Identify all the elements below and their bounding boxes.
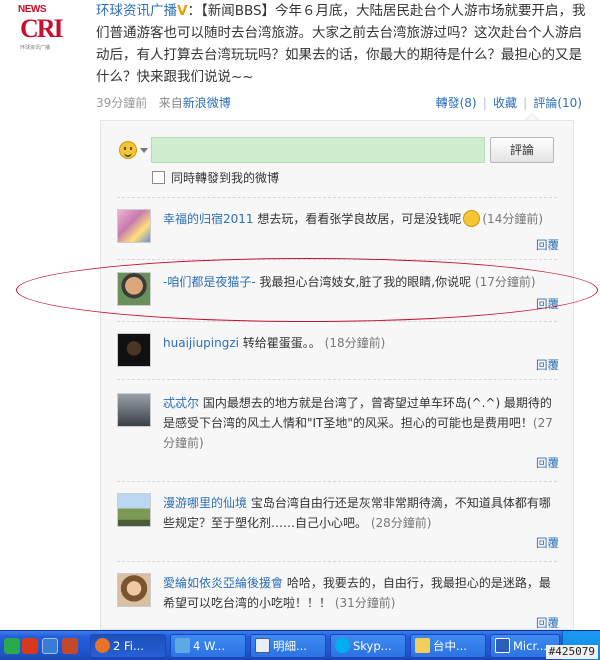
document-icon xyxy=(255,638,270,653)
source-link[interactable]: 新浪微博 xyxy=(183,96,231,110)
taskbar-item-label: Micr... xyxy=(513,639,548,653)
start-icon[interactable] xyxy=(4,638,20,654)
source-prefix: 来自 xyxy=(158,96,183,110)
comment-item: 漫游哪里的仙境 宝岛台湾自由行还是灰常非常期待滴，不知道具体都有哪些规定？至于塑… xyxy=(117,493,559,551)
comment-item: 忒忒尔 国内最想去的地方就是台湾了，曾寄望过单车环岛(^.^) 最期待的是感受下… xyxy=(117,393,559,470)
logo-cri-text: CRI xyxy=(20,14,64,43)
avatar[interactable] xyxy=(117,573,151,607)
post-meta: 39分鐘前 来自新浪微博 轉發(8) | 收藏 | 評論(10) xyxy=(96,94,582,112)
taskbar-item-label: 4 W... xyxy=(193,639,225,653)
divider xyxy=(117,259,557,260)
taskbar-item-folder[interactable]: 台中... xyxy=(410,634,486,658)
commenter-name[interactable]: 漫游哪里的仙境 xyxy=(163,496,247,510)
comment-text: 漫游哪里的仙境 宝岛台湾自由行还是灰常非常期待滴，不知道具体都有哪些规定？至于塑… xyxy=(163,493,555,533)
folder-icon xyxy=(415,638,430,653)
skype-icon xyxy=(335,638,350,653)
comment-body: 我最担心台湾妓女,脏了我的眼睛,你说呢 xyxy=(255,275,472,289)
post-author-link[interactable]: 环球资讯广播 xyxy=(96,3,177,19)
avatar[interactable] xyxy=(117,272,151,306)
favorite-link[interactable]: 收藏 xyxy=(493,96,517,110)
comment-link[interactable]: 評論(10) xyxy=(533,96,582,110)
reply-link[interactable]: 回覆 xyxy=(536,296,559,312)
divider xyxy=(117,561,557,562)
comment-text: huaijiupingzi 转给瞿蛋蛋。。 (18分鐘前) xyxy=(163,333,555,353)
taskbar-item-document[interactable]: 明細... xyxy=(250,634,326,658)
divider xyxy=(117,321,557,322)
commenter-name[interactable]: 幸福的归宿2011 xyxy=(163,212,254,226)
comment-body: 想去玩，看看张学良故居，可是没钱呢 xyxy=(253,212,462,226)
word-icon xyxy=(495,638,510,653)
taskbar-item-label: Skyp... xyxy=(353,639,392,653)
taskbar-item-windows[interactable]: 4 W... xyxy=(170,634,246,658)
quicklaunch-icon[interactable] xyxy=(62,638,78,654)
avatar[interactable] xyxy=(117,393,151,427)
also-repost-checkbox[interactable] xyxy=(152,171,165,184)
divider xyxy=(117,379,557,380)
windows-taskbar: 2 Fi... 4 W... 明細... Skyp... 台中... Micr.… xyxy=(0,630,600,660)
firefox-icon xyxy=(95,638,110,653)
comment-text: -咱们都是夜猫子- 我最担心台湾妓女,脏了我的眼睛,你说呢 (17分鐘前) xyxy=(163,272,555,292)
commenter-name[interactable]: 忒忒尔 xyxy=(163,396,199,410)
quicklaunch-app-icon[interactable] xyxy=(22,638,38,654)
ie-icon[interactable] xyxy=(42,638,58,654)
also-repost-label: 同時轉發到我的微博 xyxy=(171,171,280,185)
comment-text: 幸福的归宿2011 想去玩，看看张学良故居，可是没钱呢 (14分鐘前) xyxy=(163,209,555,229)
comment-panel: 評論 同時轉發到我的微博 幸福的归宿2011 想去玩，看看张学良故居，可是没钱呢… xyxy=(100,120,574,630)
avatar[interactable] xyxy=(117,209,151,243)
logo-sub-text: 环球资讯广播 xyxy=(20,45,51,51)
window-icon xyxy=(175,638,190,653)
post-actions: 轉發(8) | 收藏 | 評論(10) xyxy=(435,96,582,110)
taskbar-item-label: 明細... xyxy=(273,639,307,653)
commenter-name[interactable]: 愛綸如依炎亞綸後援會 xyxy=(163,576,283,590)
post-body: 环球资讯广播V：【新闻BBS】今年６月底，大陆居民赴台个人游市场就要开启，我们普… xyxy=(96,0,592,88)
submit-comment-button[interactable]: 評論 xyxy=(490,137,554,163)
reply-link[interactable]: 回覆 xyxy=(536,237,559,253)
taskbar-item-firefox[interactable]: 2 Fi... xyxy=(90,634,166,658)
comment-item: 愛綸如依炎亞綸後援會 哈哈，我要去的，自由行，我最担心的是迷路，最希望可以吃台湾… xyxy=(117,573,559,631)
post-time[interactable]: 39分鐘前 xyxy=(96,96,147,110)
reply-link[interactable]: 回覆 xyxy=(536,455,559,471)
image-stamp: #425079 xyxy=(545,645,598,659)
vip-badge-icon[interactable]: V xyxy=(177,3,187,19)
reply-link[interactable]: 回覆 xyxy=(536,535,559,551)
weibo-page: NEWS CRI 环球资讯广播 环球资讯广播V：【新闻BBS】今年６月底，大陆居… xyxy=(0,0,600,630)
reply-link[interactable]: 回覆 xyxy=(536,357,559,373)
panel-arrow xyxy=(525,113,539,120)
cri-logo[interactable]: NEWS CRI 环球资讯广播 xyxy=(18,4,76,51)
comment-time: (31分鐘前) xyxy=(334,596,396,610)
comment-time: (14分鐘前) xyxy=(482,212,544,226)
divider xyxy=(117,197,557,198)
taskbar-item-label: 台中... xyxy=(433,639,467,653)
comment-text: 忒忒尔 国内最想去的地方就是台湾了，曾寄望过单车环岛(^.^) 最期待的是感受下… xyxy=(163,393,555,453)
sweat-emoji-icon xyxy=(463,210,481,227)
divider xyxy=(117,481,557,482)
emoji-picker-icon[interactable] xyxy=(119,141,137,159)
comment-item: 幸福的归宿2011 想去玩，看看张学良故居，可是没钱呢 (14分鐘前) 回覆 xyxy=(117,209,559,253)
taskbar-item-label: 2 Fi... xyxy=(113,639,144,653)
reply-link[interactable]: 回覆 xyxy=(536,615,559,631)
repost-link[interactable]: 轉發(8) xyxy=(436,96,477,110)
comment-item: -咱们都是夜猫子- 我最担心台湾妓女,脏了我的眼睛,你说呢 (17分鐘前) 回覆 xyxy=(117,272,559,316)
commenter-name[interactable]: -咱们都是夜猫子- xyxy=(163,275,256,289)
comment-body: 转给瞿蛋蛋。。 xyxy=(238,336,321,350)
comment-time: (28分鐘前) xyxy=(370,516,432,530)
comment-text: 愛綸如依炎亞綸後援會 哈哈，我要去的，自由行，我最担心的是迷路，最希望可以吃台湾… xyxy=(163,573,555,613)
comment-time: (17分鐘前) xyxy=(474,275,536,289)
comment-item: huaijiupingzi 转给瞿蛋蛋。。 (18分鐘前) 回覆 xyxy=(117,333,559,381)
commenter-name[interactable]: huaijiupingzi xyxy=(163,336,239,350)
comment-body: 国内最想去的地方就是台湾了，曾寄望过单车环岛(^.^) 最期待的是感受下台湾的风… xyxy=(163,396,552,430)
comment-time: (18分鐘前) xyxy=(324,336,386,350)
chevron-down-icon[interactable] xyxy=(140,148,148,153)
taskbar-item-skype[interactable]: Skyp... xyxy=(330,634,406,658)
avatar[interactable] xyxy=(117,493,151,527)
comment-input[interactable] xyxy=(151,137,485,163)
avatar[interactable] xyxy=(117,333,151,367)
